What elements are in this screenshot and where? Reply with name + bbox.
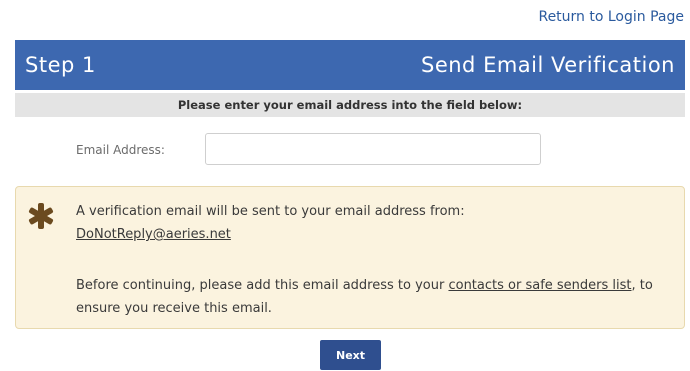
notice-paragraph: Before continuing, please add this email… bbox=[76, 274, 676, 320]
sender-email-link[interactable]: DoNotReply@aeries.net bbox=[76, 227, 231, 242]
email-label: Email Address: bbox=[76, 143, 165, 157]
instruction-bar: Please enter your email address into the… bbox=[15, 93, 685, 117]
step-number: Step 1 bbox=[25, 53, 96, 77]
safe-senders-link[interactable]: contacts or safe senders list bbox=[448, 278, 631, 293]
notice-para-text: Before continuing, please add this email… bbox=[76, 278, 449, 293]
email-field[interactable] bbox=[205, 133, 541, 165]
next-button[interactable]: Next bbox=[320, 340, 381, 370]
notice-line: A verification email will be sent to you… bbox=[76, 204, 465, 219]
return-to-login-link[interactable]: Return to Login Page bbox=[538, 9, 684, 25]
asterisk-icon bbox=[28, 203, 54, 229]
verification-notice: A verification email will be sent to you… bbox=[15, 186, 685, 329]
step-title: Send Email Verification bbox=[421, 53, 675, 77]
step-header: Step 1 Send Email Verification bbox=[15, 40, 685, 90]
